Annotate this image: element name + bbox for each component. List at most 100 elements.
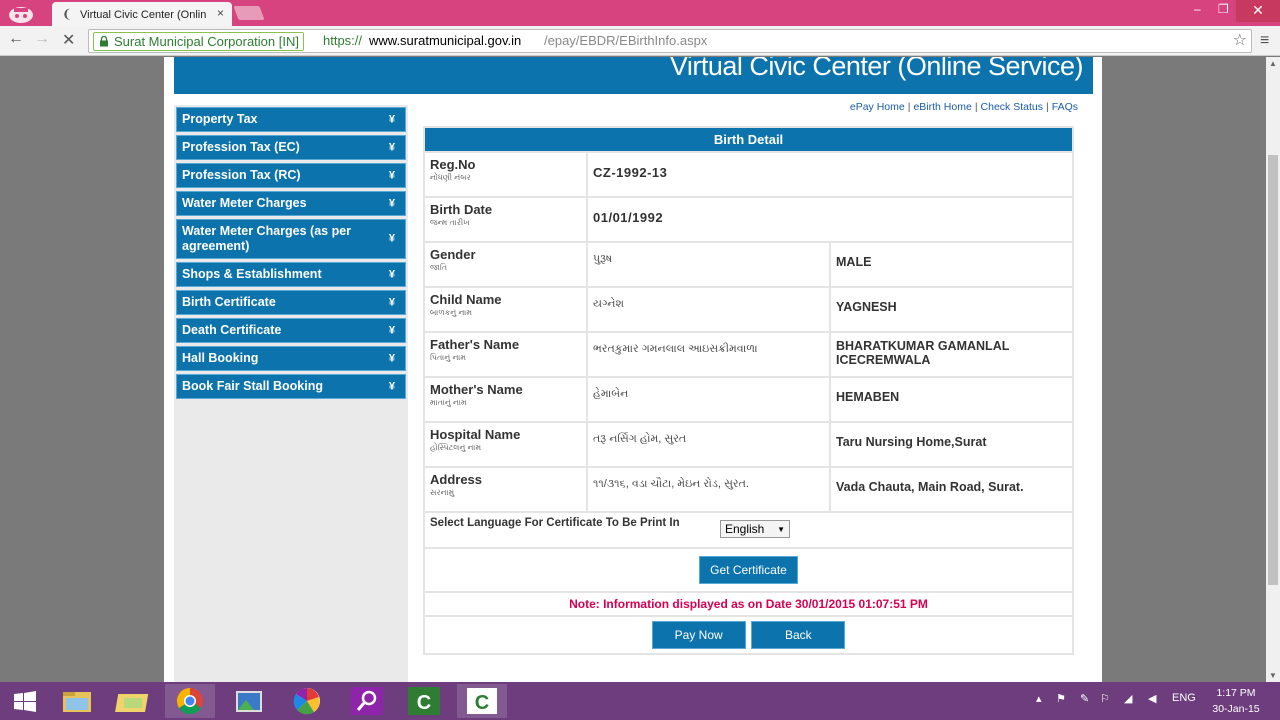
language-row: Select Language For Certificate To Be Pr… bbox=[423, 511, 1074, 549]
info-note: Note: Information displayed as on Date 3… bbox=[423, 591, 1074, 617]
url-path: /epay/EBDR/EBirthInfo.aspx bbox=[544, 33, 708, 48]
clock-time: 1:17 PM bbox=[1216, 687, 1256, 699]
birth-detail-table: Birth Detail Reg.No નોંધણી નંબર CZ-1992-1… bbox=[423, 126, 1074, 655]
picasa-icon[interactable] bbox=[282, 684, 332, 718]
child-name-value-english: YAGNESH bbox=[829, 286, 1074, 333]
wifi-signal-icon[interactable]: ◢ bbox=[1124, 692, 1132, 705]
address-label: Address સરનામું bbox=[423, 466, 588, 513]
pay-now-button[interactable]: Pay Now bbox=[651, 621, 746, 649]
sidebar-item-label: Profession Tax (RC) bbox=[182, 168, 301, 182]
bookmark-star-icon[interactable]: ☆ bbox=[1233, 30, 1247, 52]
sidebar-item-water-meter-agreement[interactable]: Water Meter Charges (as per agreement) ¥ bbox=[176, 219, 406, 259]
get-certificate-button[interactable]: Get Certificate bbox=[699, 556, 798, 584]
chevron-double-down-icon: ¥ bbox=[388, 296, 395, 308]
pen-tray-icon[interactable]: ✎ bbox=[1080, 692, 1089, 705]
chevron-double-down-icon: ¥ bbox=[388, 268, 395, 280]
photo-viewer-icon[interactable] bbox=[224, 684, 274, 718]
gender-value-gujarati: પુરૂષ bbox=[586, 241, 831, 288]
scroll-down-arrow-icon[interactable]: ▼ bbox=[1269, 671, 1277, 680]
birth-date-value: 01/01/1992 bbox=[586, 196, 1074, 243]
father-name-value-gujarati: ભરતકુમાર ગમનલાલ આઇસક્રીમવાળા bbox=[586, 331, 831, 378]
page-viewport: Virtual Civic Center (Online Service) Pr… bbox=[0, 57, 1266, 682]
sidebar-menu: Property Tax ¥ Profession Tax (EC) ¥ Profe… bbox=[174, 105, 408, 682]
volume-icon[interactable]: ◀ bbox=[1148, 692, 1156, 705]
reg-no-label: Reg.No નોંધણી નંબર bbox=[423, 151, 588, 198]
network-tray-icon[interactable]: ⚑ bbox=[1056, 692, 1066, 705]
note-row: Note: Information displayed as on Date 3… bbox=[423, 591, 1074, 617]
sidebar-item-death-certificate[interactable]: Death Certificate ¥ bbox=[176, 318, 406, 343]
scrollbar-thumb[interactable] bbox=[1268, 155, 1278, 585]
ev-certificate-badge[interactable]: Surat Municipal Corporation [IN] bbox=[93, 32, 304, 51]
chrome-icon[interactable] bbox=[165, 684, 215, 718]
sidebar-item-hall-booking[interactable]: Hall Booking ¥ bbox=[176, 346, 406, 371]
sidebar-item-profession-tax-ec[interactable]: Profession Tax (EC) ¥ bbox=[176, 135, 406, 160]
loading-spinner-icon: ❨ bbox=[62, 7, 73, 21]
table-row: Mother's Name માતાનું નામ હેમાબેન HEMABEN bbox=[423, 376, 1074, 423]
url-domain: www.suratmunicipal.gov.in bbox=[369, 33, 522, 48]
action-buttons-row: Pay Now Back bbox=[423, 615, 1074, 655]
folder-icon[interactable] bbox=[110, 684, 160, 718]
page-scrollbar[interactable]: ▲ ▼ bbox=[1266, 57, 1280, 682]
chevron-double-down-icon: ¥ bbox=[388, 169, 395, 181]
link-epay-home[interactable]: ePay Home bbox=[850, 101, 905, 113]
link-ebirth-home[interactable]: eBirth Home bbox=[913, 101, 971, 113]
maximize-icon[interactable]: ❐ bbox=[1218, 2, 1229, 16]
sidebar-item-label: Profession Tax (EC) bbox=[182, 140, 300, 154]
mother-name-label: Mother's Name માતાનું નામ bbox=[423, 376, 588, 423]
close-tab-icon[interactable]: × bbox=[217, 6, 224, 20]
mother-name-value-gujarati: હેમાબેન bbox=[586, 376, 831, 423]
link-separator: | bbox=[907, 101, 911, 113]
birth-detail-heading: Birth Detail bbox=[423, 126, 1074, 153]
minimize-icon[interactable]: – bbox=[1194, 2, 1201, 16]
browser-menu-icon[interactable]: ≡ bbox=[1260, 32, 1269, 50]
hospital-name-value-english: Taru Nursing Home,Surat bbox=[829, 421, 1074, 468]
chevron-double-down-icon: ¥ bbox=[388, 352, 395, 364]
sidebar-item-water-meter-charges[interactable]: Water Meter Charges ¥ bbox=[176, 191, 406, 216]
sidebar-item-shops-establishment[interactable]: Shops & Establishment ¥ bbox=[176, 262, 406, 287]
link-faqs[interactable]: FAQs bbox=[1052, 101, 1078, 113]
chevron-double-down-icon: ¥ bbox=[388, 141, 395, 153]
table-row: Father's Name પિતાનું નામ ભરતકુમાર ગમનલાલ… bbox=[423, 331, 1074, 378]
table-row: Birth Date જન્મ તારીખ 01/01/1992 bbox=[423, 196, 1074, 243]
show-hidden-icons-icon[interactable]: ▴ bbox=[1036, 692, 1042, 705]
back-arrow-icon[interactable]: ← bbox=[8, 30, 24, 48]
stop-loading-icon[interactable]: ✕ bbox=[62, 30, 75, 50]
address-bar[interactable]: Surat Municipal Corporation [IN] https:/… bbox=[88, 29, 1252, 53]
input-language-indicator[interactable]: ENG bbox=[1172, 692, 1196, 704]
forward-arrow-icon[interactable]: → bbox=[34, 30, 50, 48]
clock-date: 30-Jan-15 bbox=[1212, 703, 1260, 715]
link-check-status[interactable]: Check Status bbox=[981, 101, 1043, 113]
sidebar-item-profession-tax-rc[interactable]: Profession Tax (RC) ¥ bbox=[176, 163, 406, 188]
hospital-name-label: Hospital Name હોસ્પિટલનું નામ bbox=[423, 421, 588, 468]
table-row: Child Name બાળકનું નામ યગ્નેશ YAGNESH bbox=[423, 286, 1074, 333]
page-container: Virtual Civic Center (Online Service) Pr… bbox=[164, 57, 1102, 682]
chevron-double-down-icon: ¥ bbox=[388, 380, 395, 392]
close-window-icon[interactable]: ✕ bbox=[1236, 0, 1280, 22]
sidebar-item-property-tax[interactable]: Property Tax ¥ bbox=[176, 107, 406, 132]
sidebar-item-label: Water Meter Charges bbox=[182, 196, 307, 210]
camtasia-recorder-icon[interactable]: C bbox=[399, 684, 449, 718]
sidebar-item-book-fair-stall[interactable]: Book Fair Stall Booking ¥ bbox=[176, 374, 406, 399]
windows-start-icon[interactable] bbox=[0, 684, 50, 718]
search-app-icon[interactable] bbox=[342, 684, 392, 718]
sidebar-item-birth-certificate[interactable]: Birth Certificate ¥ bbox=[176, 290, 406, 315]
file-explorer-icon[interactable] bbox=[52, 684, 102, 718]
main-content: ePay Home | eBirth Home | Check Status | FAQs … bbox=[418, 97, 1078, 655]
scroll-up-arrow-icon[interactable]: ▲ bbox=[1269, 59, 1277, 68]
table-row: Gender જાતિ પુરૂષ MALE bbox=[423, 241, 1074, 288]
system-clock[interactable]: 1:17 PM 30-Jan-15 bbox=[1208, 685, 1264, 717]
dropdown-caret-icon: ▼ bbox=[777, 525, 785, 534]
camtasia-studio-icon[interactable]: C bbox=[457, 684, 507, 718]
action-center-icon[interactable]: ⚐ bbox=[1100, 692, 1110, 705]
gender-label: Gender જાતિ bbox=[423, 241, 588, 288]
sidebar-item-label: Property Tax bbox=[182, 112, 258, 126]
mother-name-value-english: HEMABEN bbox=[829, 376, 1074, 423]
svg-text:C: C bbox=[417, 692, 431, 714]
browser-profile-icon[interactable] bbox=[6, 2, 36, 24]
browser-tab[interactable]: ❨ Virtual Civic Center (Onlin × bbox=[52, 2, 232, 26]
language-select[interactable]: English ▼ bbox=[720, 520, 790, 538]
site-header-banner: Virtual Civic Center (Online Service) bbox=[174, 57, 1093, 94]
new-tab-button[interactable] bbox=[233, 6, 265, 20]
table-row: Hospital Name હોસ્પિટલનું નામ તરૂ નર્સિંગ… bbox=[423, 421, 1074, 468]
back-button[interactable]: Back bbox=[751, 621, 846, 649]
